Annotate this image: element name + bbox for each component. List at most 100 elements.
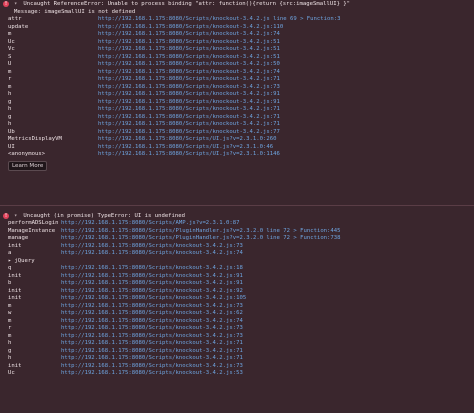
stack-frame-source-link[interactable]: http://192.168.1.175:8080/Scripts/knocko… <box>98 54 280 62</box>
stack-frame-row: m http://192.168.1.175:8080/Scripts/knock… <box>0 31 474 39</box>
stack-frame-source-link[interactable]: http://192.168.1.175:8080/Scripts/knocko… <box>61 340 243 348</box>
stack-frame-function: g <box>8 113 12 120</box>
browser-console: ! ▾ Uncaught ReferenceError: Unable to p… <box>0 0 474 413</box>
stack-frame-source-link[interactable]: http://192.168.1.175:8080/Scripts/knocko… <box>61 303 243 311</box>
stack-frame-function: r <box>8 76 12 82</box>
stack-frame-row: h http://192.168.1.175:8080/Scripts/knock… <box>0 121 474 129</box>
stack-frame-row: update http://192.168.1.175:8080/Scripts/… <box>0 24 474 32</box>
stack-frame-source-link[interactable]: http://192.168.1.175:8080/Scripts/UI.js?… <box>98 151 280 159</box>
stack-frame-row: g http://192.168.1.175:8080/Scripts/knock… <box>0 348 474 356</box>
stack-frame-source-link[interactable]: http://192.168.1.175:8080/Scripts/knocko… <box>98 129 280 137</box>
stack-frame-function: Uc <box>8 370 15 376</box>
stack-frame-source-link[interactable]: http://192.168.1.175:8080/Scripts/knocko… <box>98 114 280 122</box>
stack-frame-source-link[interactable]: http://192.168.1.175:8080/Scripts/knocko… <box>98 24 283 32</box>
stack-frame-source-link[interactable]: http://192.168.1.175:8080/Scripts/knocko… <box>61 280 243 288</box>
stack-frame-source-link[interactable]: http://192.168.1.175:8080/Scripts/knocko… <box>98 76 280 84</box>
stack-frame-function: Uc <box>8 38 15 45</box>
stack-frame-source-link[interactable]: http://192.168.1.175:8080/Scripts/knocko… <box>61 288 243 296</box>
collapse-arrow-icon[interactable]: ▾ <box>14 212 20 220</box>
error-header[interactable]: ! ▾ Uncaught (in promise) TypeError: UI … <box>0 206 474 220</box>
stack-frame-row: Ub http://192.168.1.175:8080/Scripts/knoc… <box>0 129 474 137</box>
stack-frame-function: m <box>8 31 12 37</box>
stack-frame-source-link[interactable]: http://192.168.1.175:8080/Scripts/knocko… <box>61 295 246 303</box>
stack-frame-function: update <box>8 23 29 30</box>
stack-frame-function: init <box>8 242 22 249</box>
stack-frame-source-link[interactable]: http://192.168.1.175:8080/Scripts/UI.js?… <box>98 136 277 144</box>
console-error-entry-reference: ! ▾ Uncaught ReferenceError: Unable to p… <box>0 0 474 206</box>
stack-frame-source-link[interactable]: http://192.168.1.175:8080/Scripts/knocko… <box>61 370 243 378</box>
stack-frame-row: init http://192.168.1.175:8080/Scripts/kn… <box>0 295 474 303</box>
stack-frame-source-link[interactable]: http://192.168.1.175:8080/Scripts/knocko… <box>98 69 280 77</box>
stack-frame-row: w http://192.168.1.175:8080/Scripts/knock… <box>0 310 474 318</box>
stack-frame-function: b <box>8 280 12 286</box>
stack-frame-row: ▸ jQuery <box>0 258 474 266</box>
stack-frame-source-link[interactable]: http://192.168.1.175:8080/Scripts/knocko… <box>61 355 243 363</box>
stack-frame-function: Vc <box>8 46 15 52</box>
stack-frame-source-link[interactable]: http://192.168.1.175:8080/Scripts/AMP.js… <box>61 220 240 228</box>
stack-frame-source-link[interactable]: http://192.168.1.175:8080/Scripts/knocko… <box>61 363 243 371</box>
error-icon: ! <box>3 213 9 219</box>
stack-frame-row: q http://192.168.1.175:8080/Scripts/knock… <box>0 265 474 273</box>
stack-frame-function: init <box>8 362 22 369</box>
stack-frame-row: init http://192.168.1.175:8080/Scripts/kn… <box>0 273 474 281</box>
stack-frame-function: q <box>8 265 12 271</box>
stack-frame-function: m <box>8 332 12 339</box>
stack-frame-function: init <box>8 272 22 279</box>
error-header[interactable]: ! ▾ Uncaught ReferenceError: Unable to p… <box>0 0 474 8</box>
stack-frame-source-link[interactable]: http://192.168.1.175:8080/Scripts/knocko… <box>98 106 280 114</box>
stack-frame-source-link[interactable]: http://192.168.1.175:8080/Scripts/UI.js?… <box>98 144 273 152</box>
stack-frame-row: h http://192.168.1.175:8080/Scripts/knock… <box>0 106 474 114</box>
stack-frame-row: g http://192.168.1.175:8080/Scripts/knock… <box>0 114 474 122</box>
stack-frame-source-link[interactable]: http://192.168.1.175:8080/Scripts/knocko… <box>98 121 280 129</box>
stack-frame-function: init <box>8 295 22 301</box>
stack-frame-row: manage http://192.168.1.175:8080/Scripts/… <box>0 235 474 243</box>
stack-frame-source-link[interactable]: http://192.168.1.175:8080/Scripts/knocko… <box>98 31 280 39</box>
stack-frame-group[interactable]: ▸ jQuery <box>8 258 35 266</box>
stack-frame-source-link[interactable]: http://192.168.1.175:8080/Scripts/knocko… <box>98 99 280 107</box>
stack-frame-row: Shttp://192.168.1.175:8080/Scripts/knock… <box>0 54 474 62</box>
stack-frame-row: m http://192.168.1.175:8080/Scripts/knock… <box>0 303 474 311</box>
stack-frame-source-link[interactable]: http://192.168.1.175:8080/Scripts/knocko… <box>61 273 243 281</box>
stack-frame-source-link[interactable]: http://192.168.1.175:8080/Scripts/Plugin… <box>61 228 341 236</box>
stack-frame-function: jQuery <box>14 257 35 264</box>
stack-frame-function: g <box>8 98 12 105</box>
stack-frame-row: Vc http://192.168.1.175:8080/Scripts/knoc… <box>0 46 474 54</box>
stack-frame-source-link[interactable]: http://192.168.1.175:8080/Scripts/knocko… <box>61 333 243 341</box>
stack-frame-row: UI http://192.168.1.175:8080/Scripts/UI.j… <box>0 144 474 152</box>
stack-frame-function: h <box>8 106 12 112</box>
stack-frame-function: w <box>8 310 12 316</box>
stack-frame-source-link[interactable]: http://192.168.1.175:8080/Scripts/knocko… <box>61 250 243 258</box>
stack-frame-row: a http://192.168.1.175:8080/Scripts/knock… <box>0 250 474 258</box>
stack-frame-source-link[interactable]: http://192.168.1.175:8080/Scripts/knocko… <box>98 91 280 99</box>
collapse-arrow-icon[interactable]: ▾ <box>14 0 20 8</box>
stack-frame-source-link[interactable]: http://192.168.1.175:8080/Scripts/knocko… <box>61 265 243 273</box>
stack-frame-function: S <box>8 53 12 60</box>
expand-arrow-icon[interactable]: ▸ <box>8 258 11 264</box>
stack-frame-row: r http://192.168.1.175:8080/Scripts/knock… <box>0 76 474 84</box>
stack-frame-source-link[interactable]: http://192.168.1.175:8080/Scripts/knocko… <box>98 16 340 24</box>
stack-frame-function: h <box>8 355 12 361</box>
stack-frame-source-link[interactable]: http://192.168.1.175:8080/Scripts/knocko… <box>61 318 243 326</box>
console-error-entry-type: ! ▾ Uncaught (in promise) TypeError: UI … <box>0 206 474 413</box>
stack-frame-row: <anonymous> http://192.168.1.175:8080/Scr… <box>0 151 474 159</box>
stack-frame-function: MetricsDisplayVM <box>8 136 62 142</box>
stack-frame-source-link[interactable]: http://192.168.1.175:8080/Scripts/knocko… <box>98 46 280 54</box>
stack-frame-source-link[interactable]: http://192.168.1.175:8080/Scripts/knocko… <box>98 84 280 92</box>
stack-frame-row: init http://192.168.1.175:8080/Scripts/kn… <box>0 288 474 296</box>
stack-frame-row: init http://192.168.1.175:8080/Scripts/kn… <box>0 243 474 251</box>
stack-frame-row: m http://192.168.1.175:8080/Scripts/knock… <box>0 69 474 77</box>
stack-frame-source-link[interactable]: http://192.168.1.175:8080/Scripts/knocko… <box>61 310 243 318</box>
stack-frame-row: m http://192.168.1.175:8080/Scripts/knock… <box>0 333 474 341</box>
stack-trace: attr http://192.168.1.175:8080/Scripts/kn… <box>0 16 474 159</box>
stack-frame-source-link[interactable]: http://192.168.1.175:8080/Scripts/knocko… <box>61 348 243 356</box>
stack-frame-source-link[interactable]: http://192.168.1.175:8080/Scripts/knocko… <box>61 325 243 333</box>
stack-frame-row: b http://192.168.1.175:8080/Scripts/knock… <box>0 280 474 288</box>
stack-frame-function: r <box>8 325 12 331</box>
stack-trace: performADSLogin http://192.168.1.175:8080… <box>0 220 474 378</box>
learn-more-button[interactable]: Learn More <box>8 160 48 171</box>
stack-frame-source-link[interactable]: http://192.168.1.175:8080/Scripts/knocko… <box>61 243 243 251</box>
stack-frame-source-link[interactable]: http://192.168.1.175:8080/Scripts/knocko… <box>98 39 280 47</box>
stack-frame-source-link[interactable]: http://192.168.1.175:8080/Scripts/knocko… <box>98 61 280 69</box>
stack-frame-function: attr <box>8 16 22 22</box>
stack-frame-source-link[interactable]: http://192.168.1.175:8080/Scripts/Plugin… <box>61 235 341 243</box>
